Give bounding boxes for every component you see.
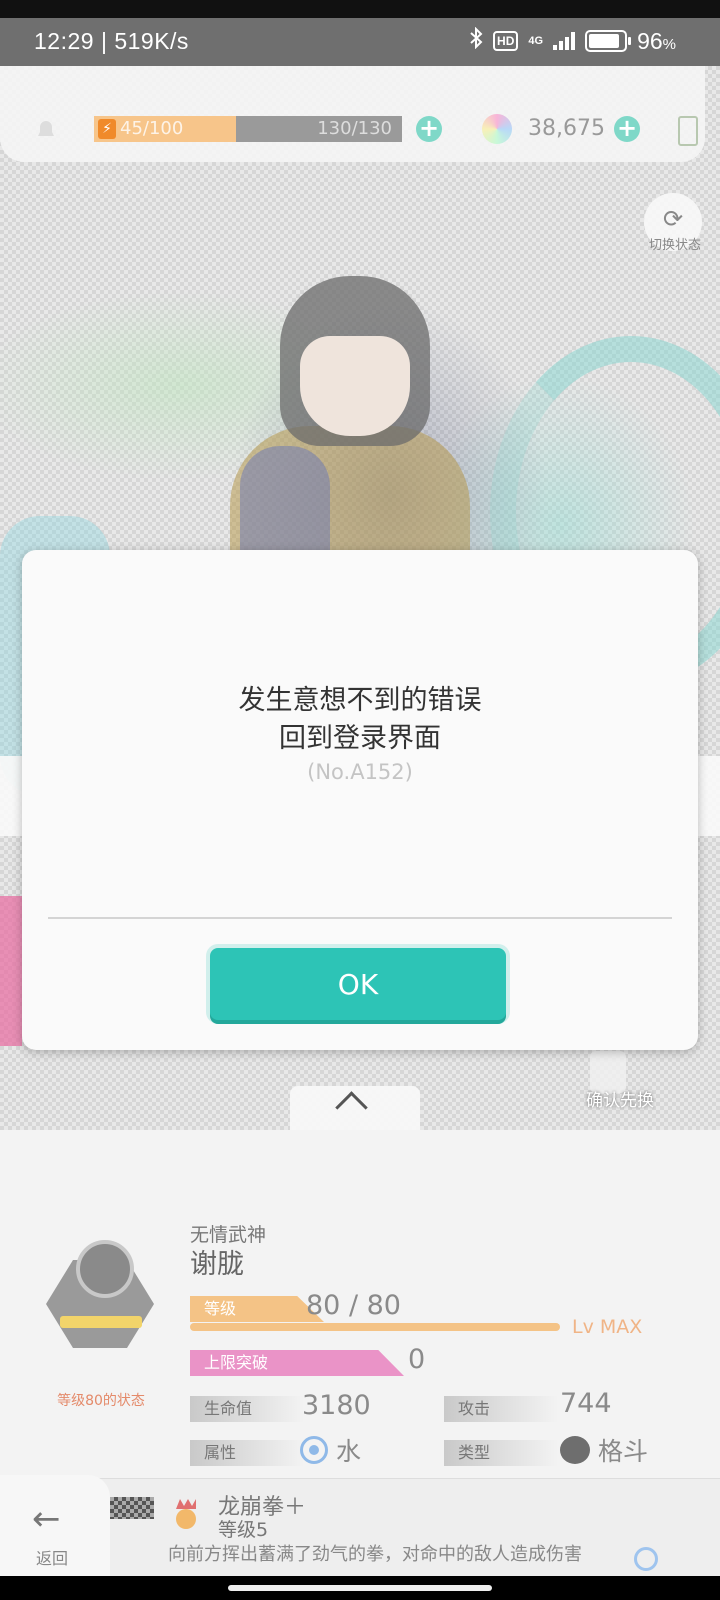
battery-icon [585, 30, 632, 52]
back-button[interactable]: ← 返回 [0, 1475, 110, 1577]
stamina-bar: ⚡ 45/100 130/130 [94, 116, 402, 142]
dialog-divider [48, 917, 672, 919]
status-time: 12:29 | 519K/s [34, 28, 189, 54]
level-value: 80 / 80 [306, 1290, 401, 1321]
expand-panel-button[interactable] [290, 1086, 420, 1130]
skill-row: ← 返回 龙崩拳＋ 等级5 向前方挥出蓄满了劲气的拳，对命中的敌人造成伤害 [0, 1475, 720, 1577]
switch-state-label: 切换状态 [648, 238, 701, 253]
add-gems-button[interactable]: + [614, 116, 640, 142]
navigation-bar [0, 1576, 720, 1600]
attack-value: 744 [560, 1388, 612, 1419]
error-message: 发生意想不到的错误 [238, 685, 482, 716]
network-type-icon: 4G [528, 34, 544, 47]
gem-icon [482, 114, 512, 144]
stamina-current: 45/100 [120, 118, 184, 139]
device-battery-icon [678, 116, 698, 146]
chevron-up-icon [335, 1091, 368, 1124]
stamina-icon: ⚡ [98, 119, 116, 139]
hd-icon: HD [493, 31, 519, 51]
flag-icon [110, 1497, 154, 1519]
limit-break-tag: 上限突破 [190, 1350, 404, 1376]
refresh-icon: ⟳ [662, 205, 684, 233]
confirm-switch-label: 确认先换 [586, 1091, 654, 1111]
back-label: 返回 [36, 1549, 69, 1568]
character-name: 谢胧 [190, 1249, 244, 1280]
emblem-top [76, 1240, 134, 1298]
signal-icon [553, 32, 576, 50]
character-face [300, 336, 410, 436]
home-indicator[interactable] [228, 1585, 492, 1591]
add-stamina-button[interactable]: + [416, 116, 442, 142]
skill-icon [174, 1499, 196, 1529]
type-value: 格斗 [598, 1437, 649, 1466]
skill-element-icon [634, 1547, 658, 1571]
fighter-type-icon [560, 1436, 590, 1464]
ok-button[interactable]: OK [210, 948, 506, 1020]
gem-count: 38,675 [528, 116, 605, 141]
hp-label: 生命值 [190, 1396, 304, 1422]
error-instruction: 回到登录界面 [279, 723, 441, 754]
star-rating [60, 1316, 142, 1328]
net-speed: 519K/s [114, 28, 189, 54]
error-dialog: 发生意想不到的错误 回到登录界面 (No.A152) OK [22, 550, 698, 1050]
attack-label: 攻击 [444, 1396, 558, 1422]
error-code: (No.A152) [307, 760, 413, 784]
clock: 12:29 [34, 28, 95, 54]
level-progress-bar [190, 1323, 560, 1331]
bell-icon[interactable] [34, 118, 58, 140]
resource-bar: ⚡ 45/100 130/130 + 38,675 + [0, 66, 705, 162]
side-card [0, 896, 22, 1046]
attribute-value: 水 [336, 1437, 362, 1466]
rank-emblem [46, 1240, 156, 1350]
status-bar: 12:29 | 519K/s HD 4G 96% [0, 18, 720, 66]
skill-description: 向前方挥出蓄满了劲气的拳，对命中的敌人造成伤害 [168, 1544, 582, 1565]
attribute-label: 属性 [190, 1440, 304, 1466]
emblem-caption: 等级80的状态 [57, 1393, 145, 1409]
type-label: 类型 [444, 1440, 558, 1466]
level-tag: 等级 [190, 1296, 324, 1322]
status-icons: HD 4G 96% [469, 26, 676, 55]
hp-value: 3180 [302, 1390, 371, 1421]
skill-level: 等级5 [218, 1519, 269, 1541]
battery-level: 96% [637, 27, 676, 54]
stamina-max: 130/130 [317, 118, 392, 139]
screen: 12:29 | 519K/s HD 4G 96% ⚡ 45/100 130/13… [0, 0, 720, 1600]
back-arrow-icon: ← [32, 1499, 61, 1539]
level-max-label: Lv MAX [572, 1316, 643, 1338]
bluetooth-icon [469, 26, 483, 55]
water-element-icon [300, 1436, 328, 1464]
limit-break-value: 0 [408, 1344, 426, 1375]
character-info-panel: 等级80的状态 无情武神 谢胧 等级 80 / 80 Lv MAX 上限突破 0… [0, 1130, 720, 1577]
